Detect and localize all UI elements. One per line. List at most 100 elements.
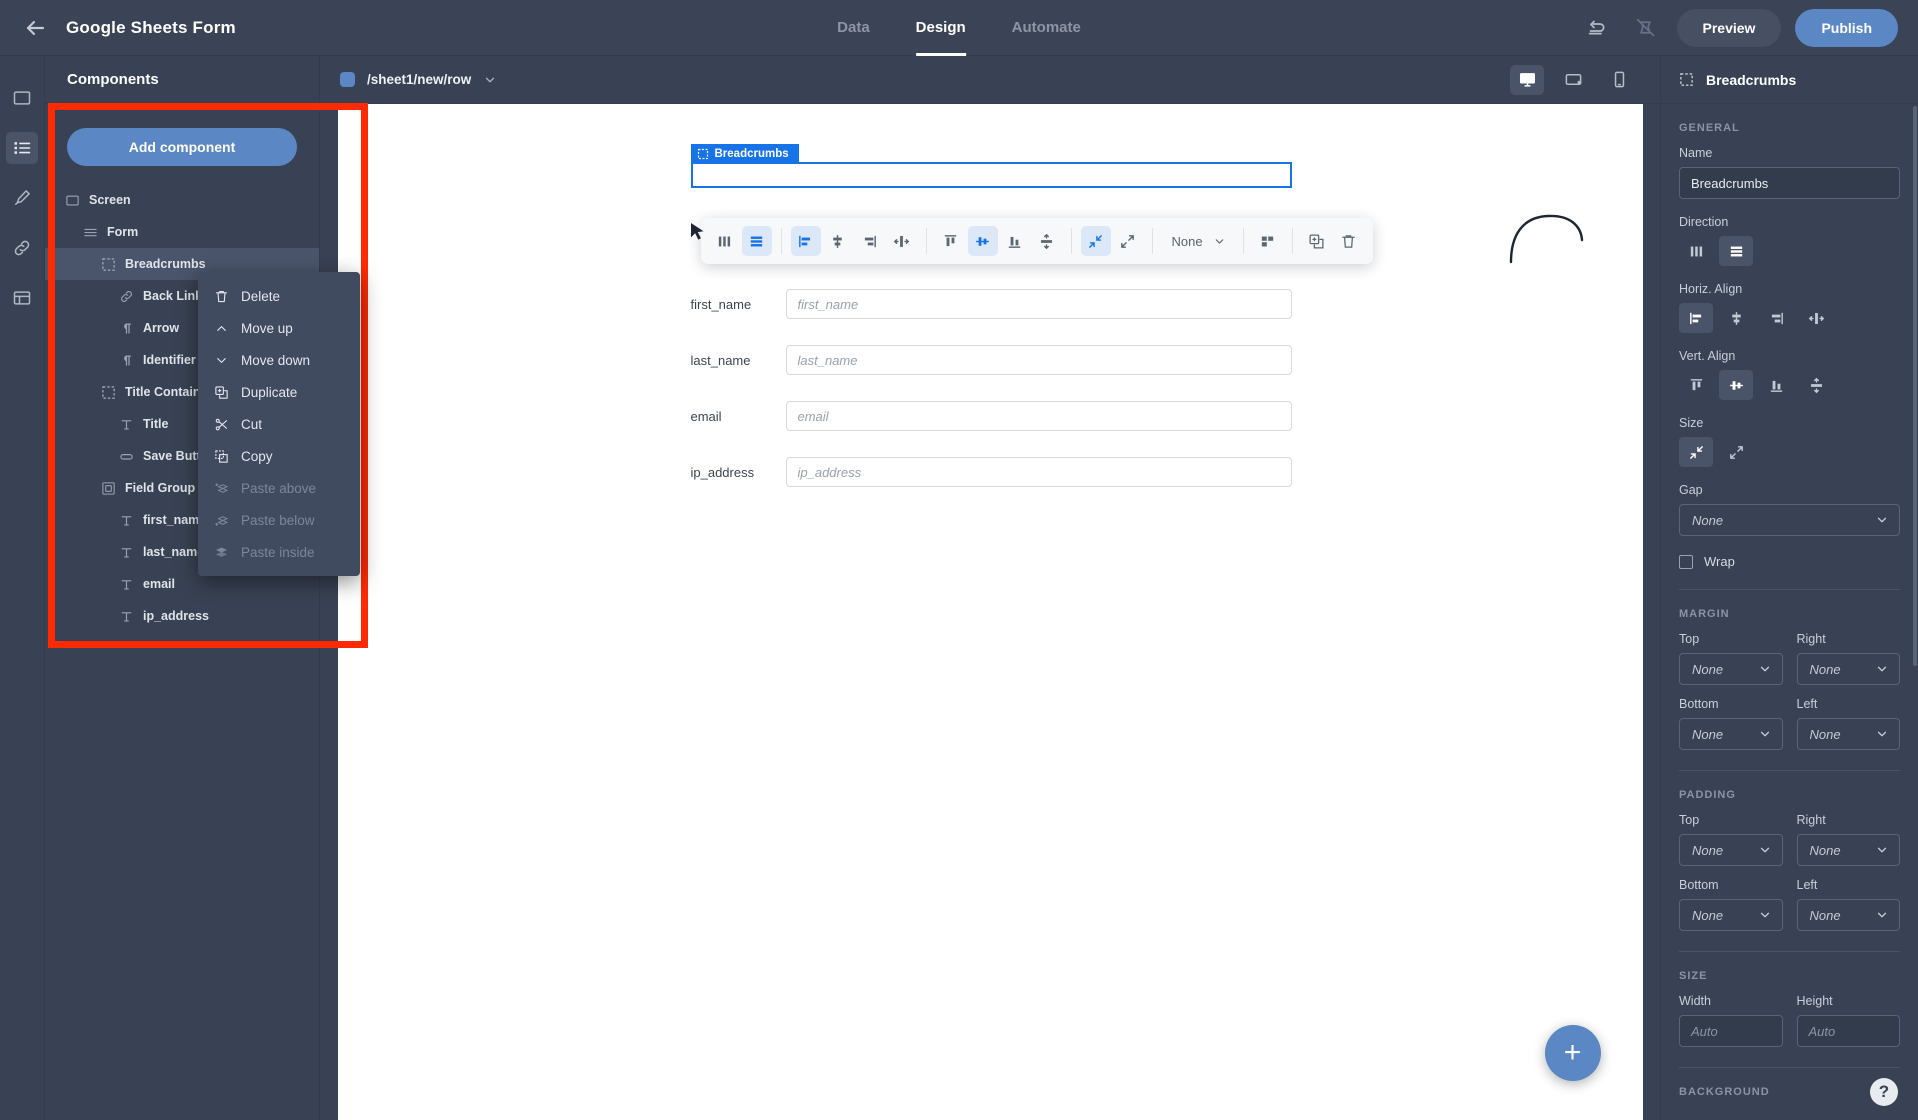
distribute-v-icon[interactable] bbox=[1799, 370, 1833, 400]
distribute-h-icon[interactable] bbox=[1799, 303, 1833, 333]
align-center-h-icon[interactable] bbox=[823, 226, 853, 256]
gap-select[interactable]: None bbox=[1162, 226, 1234, 256]
form-field-input-email[interactable]: email bbox=[785, 401, 1292, 431]
size-width-input[interactable]: Auto bbox=[1679, 1015, 1783, 1047]
size-grow-icon[interactable] bbox=[1719, 437, 1753, 467]
rail-screen-icon[interactable] bbox=[6, 82, 38, 114]
context-menu-item-move-up[interactable]: Move up bbox=[198, 312, 360, 344]
screen-icon bbox=[63, 191, 81, 209]
padding-left-select[interactable]: None bbox=[1796, 899, 1900, 931]
vert-align-options bbox=[1679, 370, 1900, 400]
size-height-input[interactable]: Auto bbox=[1796, 1015, 1900, 1047]
distribute-h-icon[interactable] bbox=[887, 226, 917, 256]
size-grow-icon[interactable] bbox=[1113, 226, 1143, 256]
form-field-input-last_name[interactable]: last_name bbox=[785, 345, 1292, 375]
route-breadcrumb[interactable]: /sheet1/new/row bbox=[367, 72, 471, 87]
form-field-input-first_name[interactable]: first_name bbox=[785, 289, 1292, 319]
publish-button[interactable]: Publish bbox=[1795, 8, 1898, 47]
padding-bottom-select[interactable]: None bbox=[1679, 899, 1783, 931]
tab-automate[interactable]: Automate bbox=[1012, 0, 1081, 56]
margin-top-select[interactable]: None bbox=[1679, 653, 1783, 685]
properties-panel: Breadcrumbs GENERAL Name Breadcrumbs Dir… bbox=[1660, 56, 1918, 1120]
align-bottom-icon[interactable] bbox=[1759, 370, 1793, 400]
rail-components-list-icon[interactable] bbox=[6, 132, 38, 164]
paste-inside-icon bbox=[212, 543, 230, 561]
breadcrumbs-selection-outline[interactable]: Breadcrumbs bbox=[690, 144, 1292, 188]
margin-bottom-select[interactable]: None bbox=[1679, 718, 1783, 750]
history-disabled-icon[interactable] bbox=[1629, 11, 1663, 45]
tree-item-label: ip_address bbox=[143, 609, 210, 623]
context-menu-item-move-down[interactable]: Move down bbox=[198, 344, 360, 376]
horiz-align-options bbox=[1679, 303, 1900, 333]
padding-bottom-value: None bbox=[1692, 907, 1724, 923]
desktop-icon[interactable] bbox=[1510, 64, 1544, 95]
direction-column-icon[interactable] bbox=[741, 226, 772, 256]
size-height-label: Height bbox=[1796, 994, 1833, 1008]
context-menu-item-duplicate[interactable]: Duplicate bbox=[198, 376, 360, 408]
gap-label: Gap bbox=[1679, 483, 1703, 497]
direction-column-icon[interactable] bbox=[1719, 236, 1753, 266]
container-icon bbox=[99, 383, 117, 401]
align-bottom-icon[interactable] bbox=[1000, 226, 1030, 256]
toolbar-divider bbox=[1242, 228, 1244, 254]
tablet-icon[interactable] bbox=[1556, 65, 1590, 95]
rail-brush-icon[interactable] bbox=[6, 182, 38, 214]
size-fields: Width Auto Height Auto bbox=[1679, 994, 1900, 1047]
tree-item-ip-address[interactable]: ip_address bbox=[45, 600, 319, 632]
margin-cell: Right None bbox=[1796, 632, 1900, 685]
direction-row-icon[interactable] bbox=[710, 226, 740, 256]
tree-item-form[interactable]: Form bbox=[45, 216, 319, 248]
text-icon bbox=[117, 607, 135, 625]
name-input[interactable]: Breadcrumbs bbox=[1679, 167, 1900, 199]
mobile-icon[interactable] bbox=[1602, 65, 1636, 95]
align-left-icon[interactable] bbox=[790, 226, 821, 256]
align-right-icon[interactable] bbox=[855, 226, 885, 256]
context-menu-item-label: Move up bbox=[241, 320, 293, 336]
distribute-v-icon[interactable] bbox=[1032, 226, 1062, 256]
wrap-checkbox-row[interactable]: Wrap bbox=[1679, 554, 1900, 569]
add-component-button[interactable]: Add component bbox=[67, 128, 297, 166]
wrap-checkbox[interactable] bbox=[1679, 554, 1693, 569]
direction-row-icon[interactable] bbox=[1679, 236, 1713, 266]
section-divider bbox=[1679, 951, 1900, 952]
chevron-down-icon[interactable] bbox=[483, 73, 497, 87]
context-menu-item-delete[interactable]: Delete bbox=[198, 280, 360, 312]
padding-top-select[interactable]: None bbox=[1679, 834, 1783, 866]
margin-cell: Top None bbox=[1679, 632, 1783, 685]
margin-right-select[interactable]: None bbox=[1796, 653, 1900, 685]
rail-layout-icon[interactable] bbox=[6, 282, 38, 314]
align-top-icon[interactable] bbox=[1679, 370, 1713, 400]
section-divider bbox=[1679, 770, 1900, 771]
duplicate-icon[interactable] bbox=[1302, 226, 1332, 256]
preview-button[interactable]: Preview bbox=[1676, 8, 1782, 47]
align-middle-v-icon[interactable] bbox=[1719, 370, 1753, 400]
context-menu-item-cut[interactable]: Cut bbox=[198, 408, 360, 440]
tree-item-label: Back Link bbox=[143, 289, 203, 303]
add-fab-button[interactable]: + bbox=[1544, 1025, 1601, 1081]
size-shrink-icon[interactable] bbox=[1080, 226, 1111, 256]
tree-item-screen[interactable]: Screen bbox=[45, 184, 319, 216]
align-middle-v-icon[interactable] bbox=[967, 226, 998, 256]
left-icon-rail bbox=[0, 56, 45, 1120]
context-menu-item-copy[interactable]: Copy bbox=[198, 440, 360, 472]
rail-link-icon[interactable] bbox=[6, 232, 38, 264]
align-left-icon[interactable] bbox=[1679, 303, 1713, 333]
padding-cell: Top None bbox=[1679, 813, 1783, 866]
help-icon[interactable]: ? bbox=[1870, 1078, 1898, 1106]
padding-right-select[interactable]: None bbox=[1796, 834, 1900, 866]
arrow-left-icon[interactable] bbox=[22, 15, 48, 41]
trash-icon[interactable] bbox=[1334, 226, 1364, 256]
tab-design[interactable]: Design bbox=[915, 0, 966, 56]
align-center-h-icon[interactable] bbox=[1719, 303, 1753, 333]
align-right-icon[interactable] bbox=[1759, 303, 1793, 333]
undo-icon[interactable] bbox=[1581, 11, 1615, 45]
form-field-input-ip_address[interactable]: ip_address bbox=[785, 457, 1292, 487]
size-shrink-icon[interactable] bbox=[1679, 437, 1713, 467]
tree-item-label: Identifier bbox=[143, 353, 196, 367]
margin-left-select[interactable]: None bbox=[1796, 718, 1900, 750]
align-top-icon[interactable] bbox=[936, 226, 966, 256]
wrap-icon[interactable] bbox=[1253, 226, 1283, 256]
tab-data[interactable]: Data bbox=[837, 0, 870, 56]
gap-select[interactable]: None bbox=[1679, 504, 1900, 536]
properties-title: Breadcrumbs bbox=[1706, 71, 1797, 88]
